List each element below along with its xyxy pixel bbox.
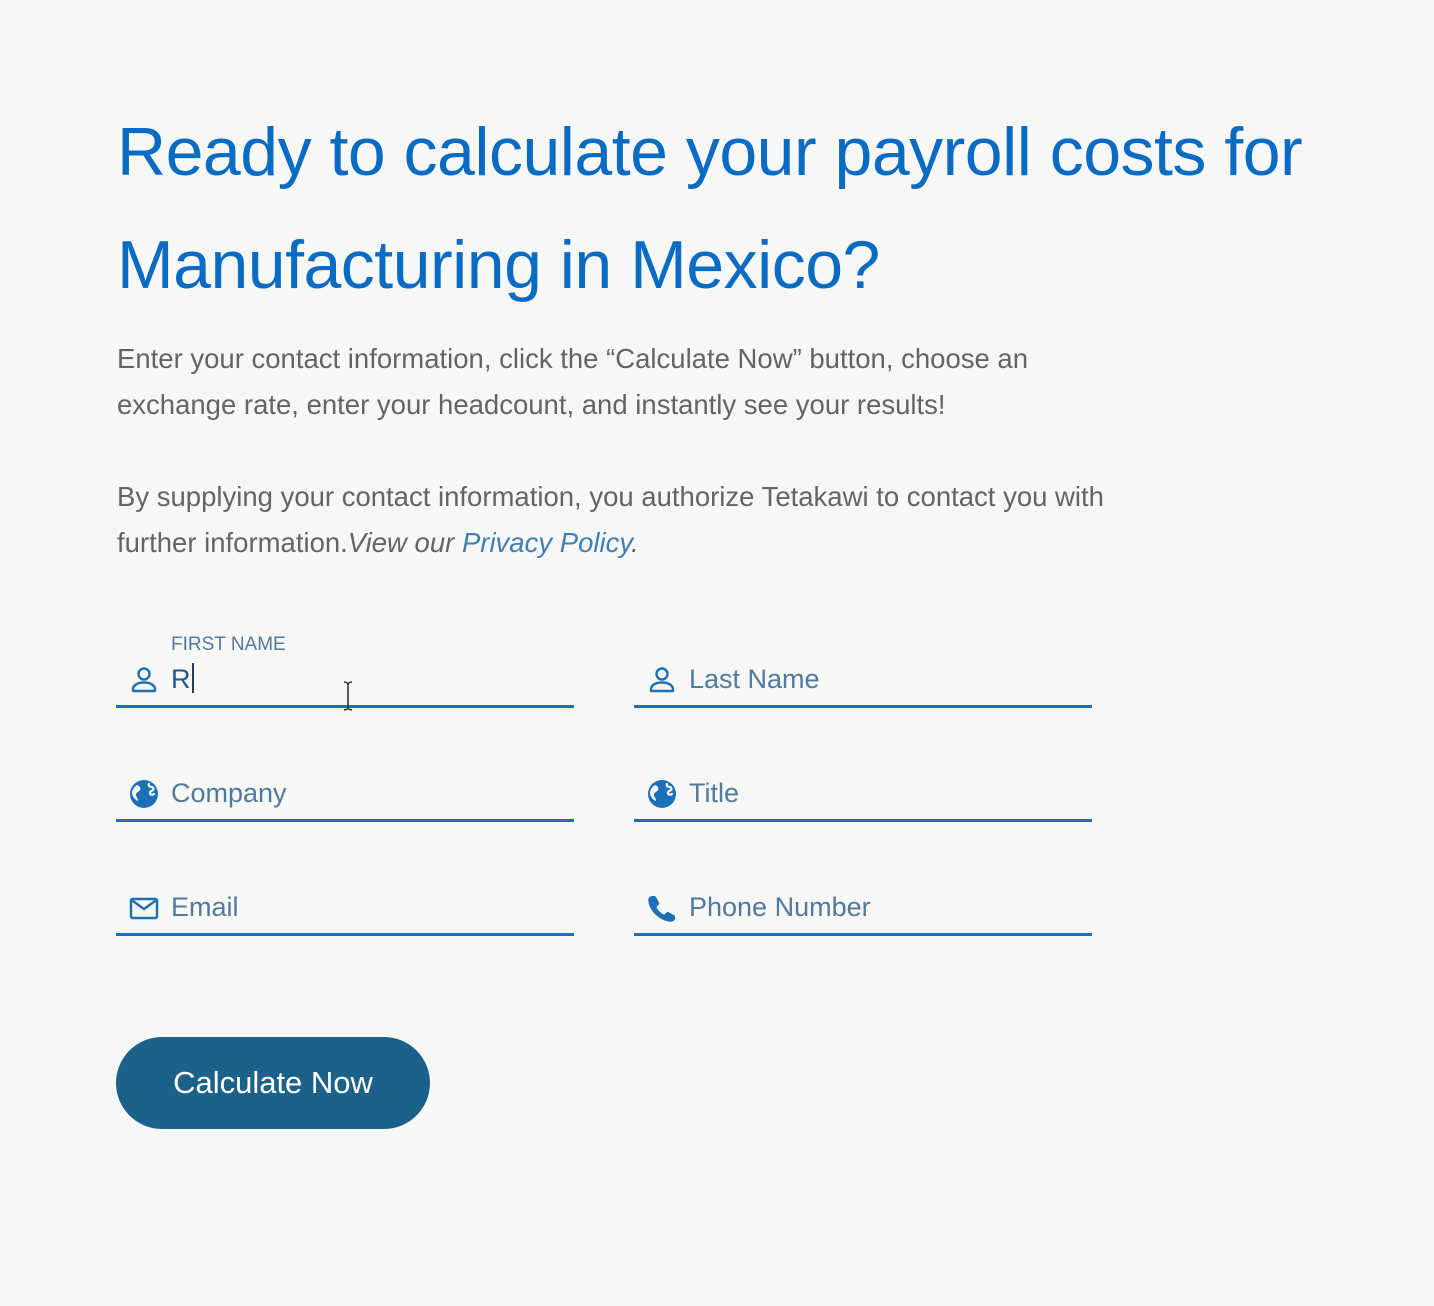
last-name-underline	[634, 705, 1092, 708]
company-underline	[116, 819, 574, 822]
title-input[interactable]: Title	[689, 776, 739, 810]
email-field[interactable]: Email	[116, 840, 574, 936]
page-title: Ready to calculate your payroll costs fo…	[117, 96, 1397, 322]
email-input[interactable]: Email	[171, 890, 239, 924]
company-input[interactable]: Company	[171, 776, 287, 810]
title-underline	[634, 819, 1092, 822]
consent-line-2: further information.View our Privacy Pol…	[117, 520, 1237, 566]
envelope-icon	[128, 892, 160, 924]
calculate-now-button[interactable]: Calculate Now	[116, 1037, 430, 1129]
last-name-input[interactable]: Last Name	[689, 662, 820, 696]
text-caret	[191, 663, 194, 693]
consent-view-text: View our	[347, 527, 462, 558]
globe-icon	[646, 778, 678, 810]
first-name-value: R	[171, 664, 191, 694]
globe-icon	[128, 778, 160, 810]
consent-paragraph: By supplying your contact information, y…	[117, 474, 1237, 566]
text-cursor-icon	[342, 680, 354, 712]
last-name-field[interactable]: Last Name	[634, 612, 1092, 708]
phone-icon	[646, 892, 678, 924]
company-field[interactable]: Company	[116, 726, 574, 822]
consent-line-1: By supplying your contact information, y…	[117, 481, 1104, 512]
page-title-line-1: Ready to calculate your payroll costs fo…	[117, 114, 1303, 190]
email-underline	[116, 933, 574, 936]
intro-line-1: Enter your contact information, click th…	[117, 343, 1029, 374]
page-title-line-2: Manufacturing in Mexico?	[117, 227, 880, 303]
consent-period: .	[631, 527, 639, 558]
phone-underline	[634, 933, 1092, 936]
first-name-label: FIRST NAME	[171, 634, 286, 655]
intro-line-2: exchange rate, enter your headcount, and…	[117, 389, 946, 420]
title-field[interactable]: Title	[634, 726, 1092, 822]
privacy-policy-link[interactable]: Privacy Policy	[462, 527, 631, 558]
consent-text: further information.	[117, 527, 348, 558]
first-name-input[interactable]: R	[171, 662, 194, 696]
phone-field[interactable]: Phone Number	[634, 840, 1092, 936]
person-icon	[128, 664, 160, 696]
person-icon	[646, 664, 678, 696]
intro-paragraph: Enter your contact information, click th…	[117, 336, 1237, 428]
phone-input[interactable]: Phone Number	[689, 890, 871, 924]
